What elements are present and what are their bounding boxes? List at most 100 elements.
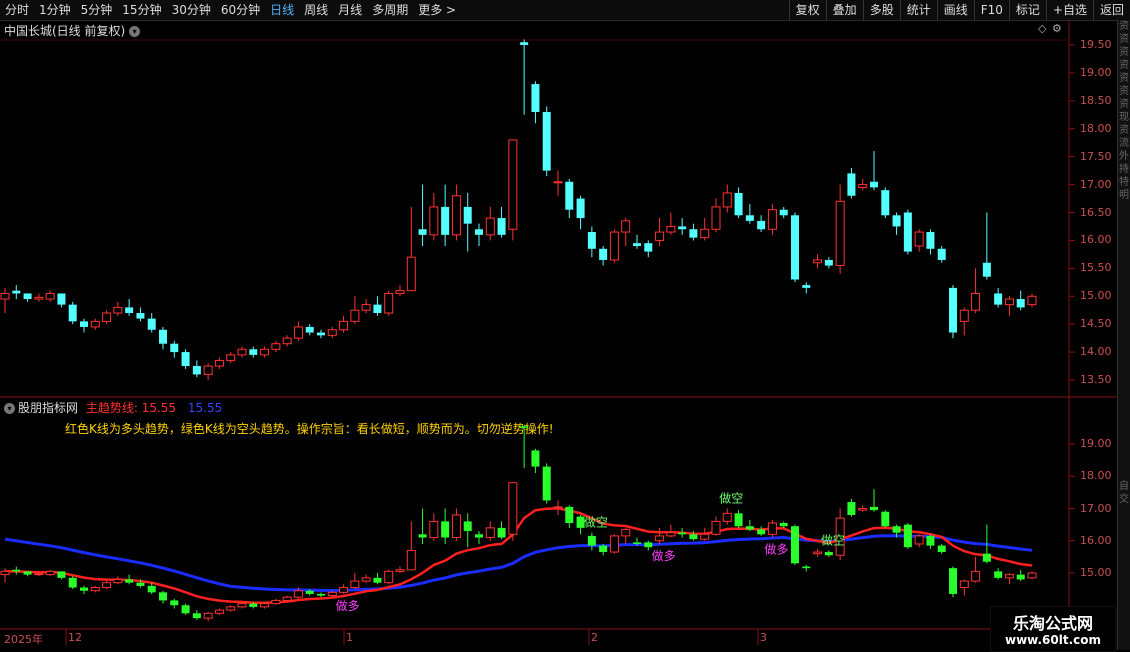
indicator-candle-up [508,482,518,535]
side-panel-char: 资 [1119,47,1129,58]
main-candle-up [813,259,823,264]
main-candle-up [722,192,732,208]
watermark-line1: 乐淘公式网 [1012,614,1093,633]
indicator-candle-up [34,573,44,576]
indicator-candle-down [994,571,1003,578]
month-label-dec: 12 [68,631,82,644]
main-candle-down [881,190,890,216]
long-signal-label: 做多 [336,598,360,613]
main-candle-up [90,320,100,328]
main-candle-down [734,192,743,216]
main-candle-up [451,195,461,236]
indicator-candle-up [711,520,721,535]
main-candle-down [475,229,483,235]
y-tick-label: 17.00 [1080,177,1112,191]
main-candle-up [429,206,439,236]
indicator-candle-down [317,593,325,596]
indicator-candle-down [12,569,21,572]
indicator-candle-down [937,545,946,553]
main-candle-down [745,215,754,221]
main-candle-down [305,326,314,333]
main-candle-up [214,359,224,367]
indicator-candle-up [271,599,281,605]
indicator-candle-down [802,566,811,569]
indicator-candle-down [475,534,483,538]
indicator-candle-up [384,570,394,584]
indicator-candle-up [553,506,563,509]
indicator-candle-up [959,580,969,589]
main-candle-down [633,243,641,246]
main-candle-down [757,220,766,230]
indicator-candle-up [451,514,461,539]
y-tick-label: 19.00 [1080,65,1112,79]
red-main-trend-line [5,507,1033,605]
y-tick-label: 18.00 [1080,121,1112,135]
indicator-candle-up [113,578,123,584]
y-tick-label: 16.00 [1080,233,1112,247]
indicator-candle-up [260,603,270,608]
main-candle-down [463,206,472,224]
main-candle-down [12,290,21,294]
indicator-candle-down [531,450,540,467]
main-candle-up [271,343,281,350]
indicator-candle-up [203,612,213,619]
indicator-candle-down [824,552,833,556]
blue-trend-line [4,534,1033,593]
side-panel-char: 特 [1119,177,1129,188]
settings-icon[interactable]: ⚙ [1052,22,1062,35]
main-candle-down [136,313,145,319]
main-candle-down [542,112,551,171]
short-signal-label: 做空 [584,515,608,530]
indicator-candle-up [609,535,619,553]
main-candle-up [835,200,845,267]
y-tick-label: 18.50 [1080,93,1112,107]
main-candle-up [0,292,10,300]
indicator-candle-up [226,606,236,611]
main-candle-down [1016,299,1025,308]
indicator-candle-down [542,466,551,501]
year-label: 2025年 [4,633,43,646]
chart-canvas: 做多 做空做多 做空做多 做空 [0,20,1130,650]
main-candle-down [892,215,901,227]
main-candle-down [125,307,134,313]
main-candle-up [282,337,292,345]
indicator-candle-down [587,535,596,546]
indicator-candle-down [125,579,134,583]
indicator-candle-up [237,603,247,608]
main-candle-up [226,354,236,361]
indicator-candle-down [949,568,957,594]
main-candle-up [858,184,868,188]
main-candle-up [655,231,665,241]
main-candle-up [113,306,123,314]
main-candle-up [339,320,349,331]
indicator-candle-down [159,592,167,601]
main-candle-down [802,285,811,288]
indicator-candle-down [305,590,314,594]
y-tick-label: 19.50 [1080,38,1112,51]
main-candle-down [689,229,698,238]
indicator-candle-up [914,535,924,545]
month-label-feb: 2 [591,631,598,644]
indicator-candle-down [678,532,687,535]
main-candle-down [870,181,878,188]
y-tick-label: 17.50 [1080,149,1112,163]
main-candle-down [373,304,382,313]
indicator-candle-up [429,520,439,539]
indicator-candle-down [418,534,427,538]
main-candle-up [666,225,676,233]
main-candle-down [678,226,687,230]
diamond-icon[interactable]: ◇ [1038,22,1046,35]
main-candle-down [418,229,427,235]
main-candles [0,39,1037,380]
indicator-candle-up [327,591,337,597]
main-candle-down [599,248,608,260]
side-panel-char: 资 [1119,34,1129,45]
main-candle-up [767,209,777,230]
main-candle-down [791,215,799,280]
main-candle-up [485,217,495,236]
right-side-panel-tab[interactable]: 资资资资资资资现资流外持特明 自交 [1117,20,1130,650]
indicator-y-tick-label: 17.00 [1080,501,1112,515]
month-label-jan: 1 [346,631,353,644]
main-candle-up [406,256,416,292]
indicator-y-tick-label: 15.00 [1080,566,1112,579]
